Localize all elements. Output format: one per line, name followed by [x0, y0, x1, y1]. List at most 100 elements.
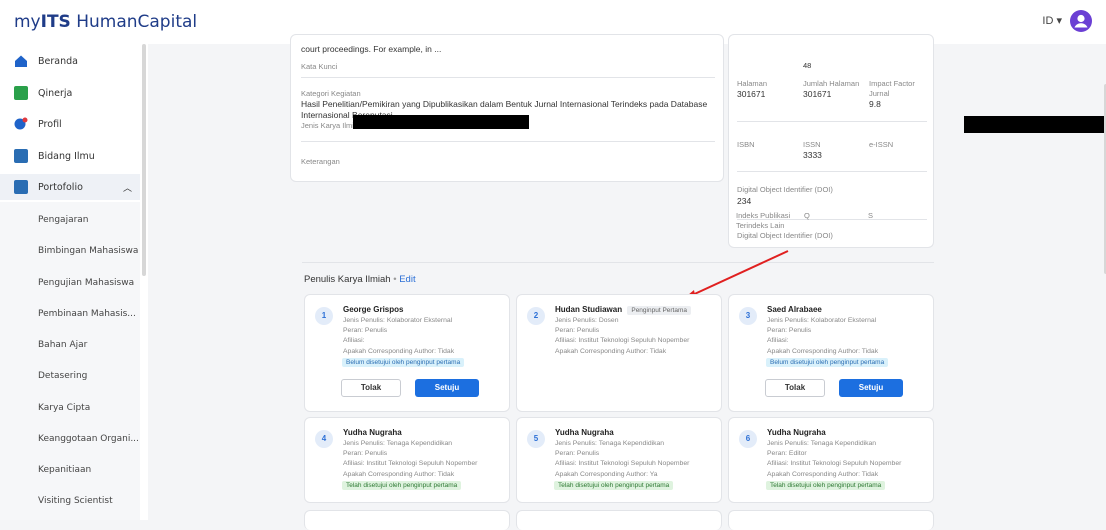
- section-divider: [302, 262, 934, 263]
- divider: [301, 77, 715, 78]
- app-logo[interactable]: myITS HumanCapital: [14, 12, 197, 32]
- submenu-item-bahan-ajar[interactable]: Bahan Ajar: [38, 340, 87, 350]
- language-selector[interactable]: ID ▾: [1042, 14, 1062, 27]
- impact-factor-value: 9.8: [869, 99, 881, 109]
- edit-authors-link[interactable]: Edit: [399, 274, 415, 285]
- author-card-6: 6 Yudha Nugraha Jenis Penulis: Tenaga Ke…: [728, 417, 934, 503]
- top-value: 48: [803, 61, 812, 70]
- status-badge: Telah disetujui oleh penginput pertama: [554, 481, 674, 490]
- author-detail: Apakah Corresponding Author: Tidak: [767, 348, 879, 355]
- halaman-value: 301671: [737, 89, 766, 99]
- author-name: Hudan Studiawan Penginput Pertama: [555, 305, 692, 315]
- jumlah-halaman-label: Jumlah Halaman: [803, 79, 860, 88]
- submenu-item-kepanitiaan[interactable]: Kepanitiaan: [38, 465, 91, 475]
- doi-value: 234: [737, 196, 752, 206]
- detail-card: court proceedings. For example, in ... K…: [290, 34, 724, 182]
- redacted-block: [353, 115, 529, 129]
- eissn-label: e-ISSN: [869, 140, 894, 149]
- sidebar-scrollbar[interactable]: [142, 44, 146, 276]
- kategori-value: Hasil Penelitian/Pemikiran yang Dipublik…: [301, 99, 708, 109]
- sidebar: Beranda Qinerja Profil Bidang Ilmu Porto…: [0, 44, 148, 520]
- submenu-item-bimbingan[interactable]: Bimbingan Mahasiswa: [38, 246, 138, 256]
- author-detail: Afiliasi: Institut Teknologi Sepuluh Nop…: [343, 460, 478, 467]
- issn-label: ISSN: [803, 140, 821, 149]
- author-number: 1: [315, 307, 333, 325]
- author-card-1: 1 George Grispos Jenis Penulis: Kolabora…: [304, 294, 510, 412]
- submenu-item-keanggotaan[interactable]: Keanggotaan Organi...: [38, 434, 139, 444]
- author-detail: Peran: Penulis: [555, 450, 600, 457]
- reject-button[interactable]: Tolak: [341, 379, 401, 397]
- author-card-3: 3 Saed Alrabaee Jenis Penulis: Kolaborat…: [728, 294, 934, 412]
- status-badge: Telah disetujui oleh penginput pertama: [342, 481, 462, 490]
- author-detail: Afiliasi: Institut Teknologi Sepuluh Nop…: [555, 337, 690, 344]
- author-detail: Afiliasi: Institut Teknologi Sepuluh Nop…: [555, 460, 690, 467]
- author-detail: Jenis Penulis: Tenaga Kependidikan: [767, 440, 877, 447]
- author-detail: Apakah Corresponding Author: Tidak: [767, 471, 879, 478]
- author-detail: Apakah Corresponding Author: Tidak: [343, 471, 455, 478]
- sidebar-item-bidang-ilmu[interactable]: Bidang Ilmu: [0, 143, 140, 169]
- sidebar-item-beranda[interactable]: Beranda: [0, 48, 140, 74]
- submenu-item-pengajaran[interactable]: Pengajaran: [38, 215, 89, 225]
- chevron-up-icon: ︿: [122, 183, 132, 194]
- divider: [737, 171, 927, 172]
- author-name: Yudha Nugraha: [767, 428, 826, 437]
- author-detail: Afiliasi:: [343, 337, 365, 344]
- submenu-item-detasering[interactable]: Detasering: [38, 371, 87, 381]
- author-detail: Apakah Corresponding Author: Tidak: [343, 348, 455, 355]
- submenu-item-pengujian[interactable]: Pengujian Mahasiswa: [38, 278, 134, 288]
- reject-button[interactable]: Tolak: [765, 379, 825, 397]
- submenu-item-visiting-scientist[interactable]: Visiting Scientist: [38, 496, 113, 506]
- status-badge: Telah disetujui oleh penginput pertama: [766, 481, 886, 490]
- home-icon: [14, 54, 28, 68]
- isbn-label: ISBN: [737, 140, 755, 149]
- q-label: Q: [804, 211, 810, 220]
- s-label: S: [868, 211, 874, 220]
- kategori-label: Kategori Kegiatan: [301, 89, 361, 98]
- kata-kunci-label: Kata Kunci: [301, 62, 338, 71]
- abstract-text: court proceedings. For example, in ...: [301, 44, 442, 54]
- author-number: 5: [527, 430, 545, 448]
- submenu-item-pembinaan[interactable]: Pembinaan Mahasis...: [38, 309, 136, 319]
- author-detail: Jenis Penulis: Tenaga Kependidikan: [343, 440, 453, 447]
- indeks-publikasi-label: Indeks Publikasi: [736, 211, 791, 220]
- divider: [301, 141, 715, 142]
- book-icon: [14, 149, 28, 163]
- redacted-block-right: [964, 116, 1106, 133]
- user-avatar-icon[interactable]: [1070, 10, 1092, 32]
- halaman-label: Halaman: [737, 79, 768, 88]
- author-card-next: [728, 510, 934, 530]
- author-card-next: [304, 510, 510, 530]
- impact-factor-label: Impact Factor: [869, 79, 915, 88]
- author-detail: Peran: Penulis: [343, 450, 388, 457]
- first-inputter-tag: Penginput Pertama: [627, 306, 692, 315]
- divider: [737, 121, 927, 122]
- impact-factor-label-2: Jurnal: [869, 89, 890, 98]
- sidebar-item-profil[interactable]: Profil: [0, 111, 140, 137]
- author-detail: Jenis Penulis: Kolaborator Eksternal: [767, 317, 877, 324]
- issn-value: 3333: [803, 150, 822, 160]
- doi-label: Digital Object Identifier (DOI): [737, 185, 833, 194]
- sidebar-item-qinerja[interactable]: Qinerja: [0, 80, 140, 106]
- author-detail: Peran: Editor: [767, 450, 807, 457]
- author-number: 4: [315, 430, 333, 448]
- author-detail: Apakah Corresponding Author: Tidak: [555, 348, 667, 355]
- main-content: court proceedings. For example, in ... K…: [148, 34, 1106, 530]
- author-card-5: 5 Yudha Nugraha Jenis Penulis: Tenaga Ke…: [516, 417, 722, 503]
- keterangan-label: Keterangan: [301, 157, 340, 166]
- author-detail: Apakah Corresponding Author: Ya: [555, 471, 658, 478]
- author-detail: Peran: Penulis: [555, 327, 600, 334]
- author-name: Yudha Nugraha: [555, 428, 614, 437]
- sidebar-item-portofolio[interactable]: Portofolio ︿: [0, 174, 140, 200]
- author-card-2: 2 Hudan Studiawan Penginput Pertama Jeni…: [516, 294, 722, 412]
- status-badge: Belum disetujui oleh penginput pertama: [766, 358, 889, 367]
- approve-button[interactable]: Setuju: [839, 379, 903, 397]
- authors-section-title: Penulis Karya Ilmiah • Edit: [304, 274, 416, 285]
- submenu-item-karya-cipta[interactable]: Karya Cipta: [38, 403, 90, 413]
- author-number: 6: [739, 430, 757, 448]
- approve-button[interactable]: Setuju: [415, 379, 479, 397]
- author-detail: Afiliasi: Institut Teknologi Sepuluh Nop…: [767, 460, 902, 467]
- author-name: Saed Alrabaee: [767, 305, 822, 314]
- author-detail: Jenis Penulis: Tenaga Kependidikan: [555, 440, 665, 447]
- terindeks-lain-label: Terindeks Lain: [736, 221, 785, 230]
- jumlah-halaman-value: 301671: [803, 89, 832, 99]
